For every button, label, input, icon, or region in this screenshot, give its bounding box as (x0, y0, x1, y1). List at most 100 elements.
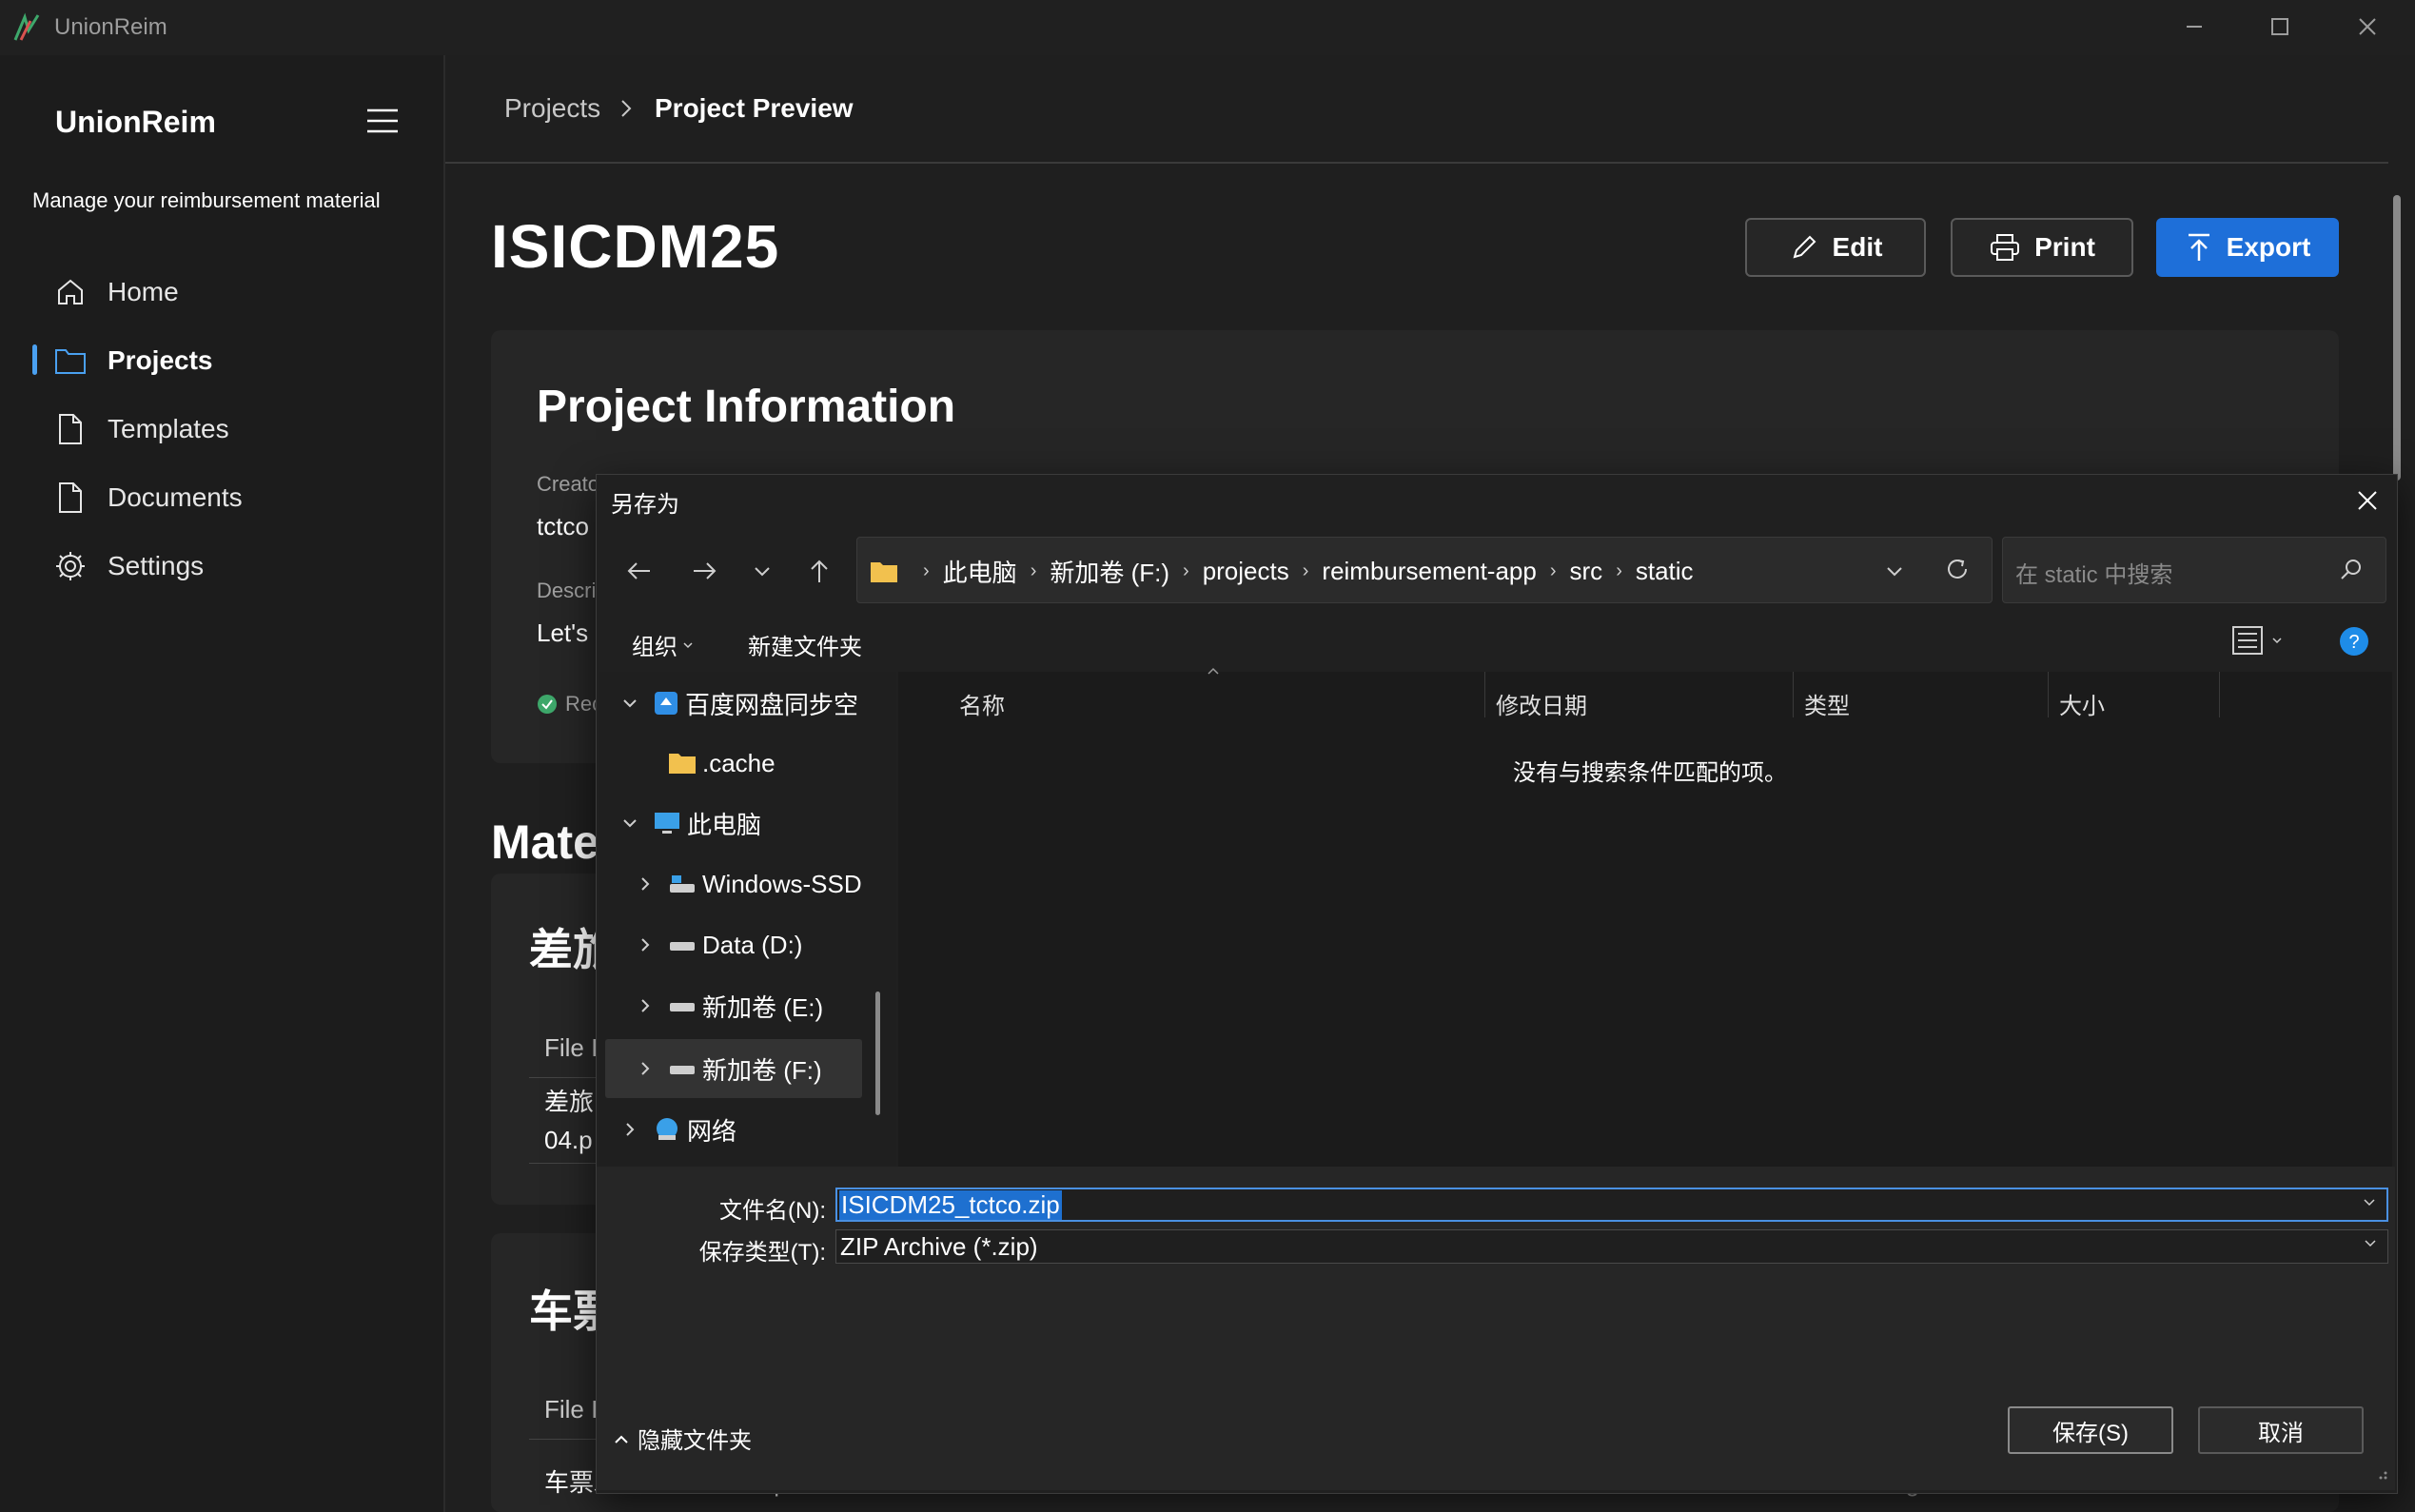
sidebar-item-documents[interactable]: Documents (32, 469, 422, 526)
edit-button[interactable]: Edit (1745, 218, 1926, 277)
chevron-down-icon[interactable] (2362, 1195, 2377, 1210)
column-divider[interactable] (2219, 672, 2220, 717)
file-name-line1: 差旅 (544, 1088, 595, 1116)
filename-value: ISICDM25_tctco.zip (839, 1189, 1062, 1220)
tree-item-label: 新加卷 (E:) (702, 992, 824, 1022)
folder-icon (668, 751, 697, 776)
chevron-down-icon[interactable] (620, 695, 639, 712)
sidebar-item-projects[interactable]: Projects (32, 332, 422, 389)
chevron-down-icon[interactable] (2363, 1236, 2378, 1251)
address-dropdown-icon[interactable] (1875, 551, 1914, 591)
window-title: UnionReim (54, 14, 167, 40)
tree-item[interactable]: 新加卷 (F:) (636, 1039, 822, 1098)
sidebar-item-label: Projects (108, 345, 213, 375)
column-header-name[interactable]: 名称 (959, 687, 1005, 720)
export-button[interactable]: Export (2156, 218, 2339, 277)
hamburger-menu-icon[interactable] (365, 107, 400, 135)
chevron-right-icon (617, 97, 636, 120)
tree-item-label: Data (D:) (702, 930, 803, 959)
caret-down-icon (683, 641, 693, 649)
check-circle-icon (537, 694, 558, 715)
filetype-select[interactable]: ZIP Archive (*.zip) (835, 1229, 2388, 1264)
hide-folders-label: 隐藏文件夹 (638, 1428, 752, 1454)
window-close-button[interactable] (2339, 8, 2396, 46)
new-folder-button[interactable]: 新建文件夹 (748, 628, 862, 661)
file-column-header: File I (544, 1395, 599, 1424)
path-segment[interactable]: reimbursement-app (1322, 557, 1536, 586)
tree-item[interactable]: 此电脑 (620, 794, 761, 853)
chevron-right-icon[interactable] (636, 936, 655, 953)
cancel-button[interactable]: 取消 (2198, 1406, 2364, 1454)
forward-arrow-icon[interactable] (685, 551, 725, 591)
save-button[interactable]: 保存(S) (2008, 1406, 2173, 1454)
view-options-button[interactable] (2232, 626, 2282, 655)
print-button[interactable]: Print (1951, 218, 2133, 277)
tree-item[interactable]: 百度网盘同步空 (620, 674, 858, 733)
column-divider[interactable] (1484, 672, 1485, 717)
home-icon (52, 274, 88, 310)
path-segment[interactable]: 此电脑 (943, 554, 1017, 589)
file-column-header: File I (544, 1033, 599, 1062)
path-segment[interactable]: 新加卷 (F:) (1050, 554, 1169, 589)
dialog-close-button[interactable] (2350, 483, 2385, 518)
chevron-right-icon[interactable] (636, 1060, 655, 1077)
column-header-type[interactable]: 类型 (1804, 687, 1850, 720)
up-arrow-icon[interactable] (799, 551, 839, 591)
sidebar-item-label: Home (108, 277, 179, 306)
path-segment[interactable]: projects (1203, 557, 1289, 586)
file-name-line2: 04.p (544, 1126, 593, 1154)
sidebar-item-settings[interactable]: Settings (32, 538, 422, 595)
address-path: › 此电脑 › 新加卷 (F:) › projects › reimbursem… (870, 554, 1694, 589)
filename-input[interactable]: ISICDM25_tctco.zip (835, 1188, 2388, 1222)
dialog-title: 另存为 (611, 492, 679, 518)
search-icon[interactable] (2339, 557, 2364, 581)
sidebar-item-templates[interactable]: Templates (32, 401, 422, 458)
sidebar-brand: UnionReim (55, 105, 216, 139)
path-segment[interactable]: static (1636, 557, 1694, 586)
chevron-down-icon[interactable] (620, 815, 639, 832)
svg-text:?: ? (2348, 632, 2359, 653)
tree-item[interactable]: Windows-SSD (636, 854, 862, 913)
chevron-right-icon[interactable] (620, 1121, 639, 1138)
folder-icon (52, 343, 88, 379)
column-divider[interactable] (2048, 672, 2049, 717)
chevron-right-icon[interactable] (636, 997, 655, 1014)
scrollbar-thumb[interactable] (2393, 195, 2401, 481)
empty-list-message: 没有与搜索条件匹配的项。 (1513, 760, 1787, 786)
column-header-size[interactable]: 大小 (2059, 687, 2105, 720)
minimize-button[interactable] (2166, 8, 2223, 46)
filetype-value: ZIP Archive (*.zip) (840, 1231, 1038, 1261)
maximize-button[interactable] (2251, 8, 2308, 46)
search-placeholder: 在 static 中搜索 (2015, 562, 2173, 588)
back-arrow-icon[interactable] (618, 551, 658, 591)
window-title-bar (0, 0, 2415, 55)
breadcrumb-projects-link[interactable]: Projects (504, 93, 600, 124)
printer-icon (1989, 232, 2021, 263)
tree-item-label: Windows-SSD (702, 869, 862, 898)
chevron-right-icon: › (1183, 560, 1189, 581)
export-label: Export (2226, 232, 2311, 262)
tree-scrollbar-thumb[interactable] (875, 992, 880, 1115)
organize-menu[interactable]: 组织 (632, 628, 693, 661)
tree-item[interactable]: 网络 (620, 1100, 736, 1159)
chevron-right-icon[interactable] (636, 875, 655, 893)
resize-grip-icon[interactable] (2373, 1465, 2388, 1481)
tree-item-label: 此电脑 (687, 810, 762, 839)
description-label: Descri (537, 579, 597, 602)
hide-folders-toggle[interactable]: 隐藏文件夹 (613, 1422, 752, 1455)
sidebar-item-label: Settings (108, 551, 205, 580)
upload-arrow-icon (2185, 232, 2213, 263)
path-segment[interactable]: src (1570, 557, 1603, 586)
column-divider[interactable] (1793, 672, 1794, 717)
creator-value: tctco (537, 512, 589, 540)
chevron-right-icon: › (923, 560, 930, 581)
filetype-label: 保存类型(T): (698, 1240, 826, 1266)
tree-item[interactable]: .cache (636, 734, 776, 793)
tree-item[interactable]: 新加卷 (E:) (636, 976, 823, 1035)
refresh-icon[interactable] (1937, 549, 1977, 589)
recent-dropdown-icon[interactable] (742, 551, 782, 591)
help-icon[interactable]: ? (2339, 626, 2369, 657)
tree-item[interactable]: Data (D:) (636, 915, 802, 974)
column-header-modified[interactable]: 修改日期 (1496, 687, 1587, 720)
sidebar-item-home[interactable]: Home (32, 264, 422, 321)
